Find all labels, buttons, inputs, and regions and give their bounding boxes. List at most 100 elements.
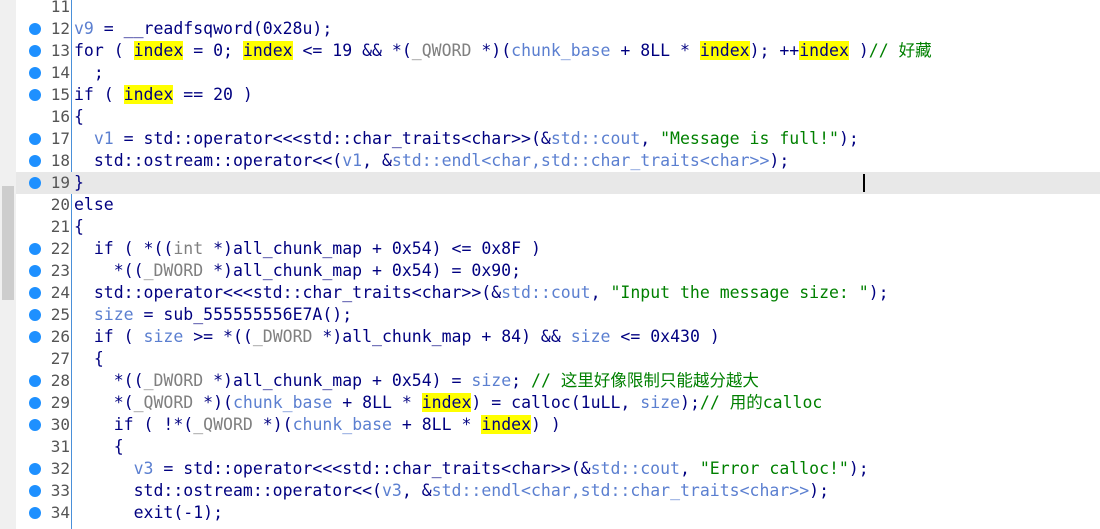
code-text[interactable]: std::ostream::operator<<(v1, &std::endl<… <box>74 150 789 172</box>
breakpoint-dot-icon[interactable] <box>29 155 41 167</box>
breakpoint-dot-icon[interactable] <box>29 485 41 497</box>
code-text[interactable]: v9 = __readfsqword(0x28u); <box>74 18 332 40</box>
breakpoint-dot-icon[interactable] <box>29 397 41 409</box>
code-line[interactable]: 17 v1 = std::operator<<<std::char_traits… <box>16 128 1100 150</box>
code-token: _QWORD <box>133 393 194 412</box>
code-line[interactable]: 22 if ( *((int *)all_chunk_map + 0x54) <… <box>16 238 1100 260</box>
code-text[interactable]: { <box>74 216 84 238</box>
code-token: size <box>471 371 512 390</box>
code-text[interactable]: } <box>74 172 84 194</box>
code-line[interactable]: 18 std::ostream::operator<<(v1, &std::en… <box>16 150 1100 172</box>
code-line[interactable]: 14 ; <box>16 62 1100 84</box>
code-text[interactable]: for ( index = 0; index <= 19 && *(_QWORD… <box>74 40 932 62</box>
breakpoint-dot-icon[interactable] <box>29 419 41 431</box>
code-line[interactable]: 34 exit(-1); <box>16 502 1100 524</box>
breakpoint-dot-icon[interactable] <box>29 287 41 299</box>
code-line[interactable]: 19} <box>16 172 1100 194</box>
code-token: std::ostream::operator<<( <box>133 481 382 500</box>
breakpoint-dot-icon[interactable] <box>29 243 41 255</box>
code-line[interactable]: 24 std::operator<<<std::char_traits<char… <box>16 282 1100 304</box>
code-token: v3 <box>381 481 402 500</box>
code-line[interactable]: 21{ <box>16 216 1100 238</box>
code-text[interactable]: std::operator<<<std::char_traits<char>>(… <box>74 282 889 304</box>
code-line[interactable]: 26 if ( size >= *((_DWORD *)all_chunk_ma… <box>16 326 1100 348</box>
code-line[interactable]: 11 <box>16 0 1100 18</box>
line-number: 26 <box>50 327 70 346</box>
code-text[interactable]: *((_DWORD *)all_chunk_map + 0x54) = size… <box>74 370 759 392</box>
code-line[interactable]: 27 { <box>16 348 1100 370</box>
code-line[interactable]: 13 for ( index = 0; index <= 19 && *(_QWO… <box>16 40 1100 62</box>
breakpoint-dot-icon[interactable] <box>29 331 41 343</box>
code-text[interactable]: else <box>74 194 114 216</box>
code-line[interactable]: 16{ <box>16 106 1100 128</box>
code-text[interactable]: if ( !*(_QWORD *)(chunk_base + 8LL * ind… <box>74 414 561 436</box>
code-line[interactable]: 28 *((_DWORD *)all_chunk_map + 0x54) = s… <box>16 370 1100 392</box>
code-token: *)( <box>193 393 233 412</box>
vertical-scrollbar[interactable] <box>0 0 16 529</box>
code-text[interactable]: { <box>74 436 124 458</box>
code-token: if ( <box>93 327 144 346</box>
code-line[interactable]: 29 *(_QWORD *)(chunk_base + 8LL * index)… <box>16 392 1100 414</box>
code-text[interactable]: std::ostream::operator<<(v3, &std::endl<… <box>74 480 829 502</box>
code-line[interactable]: 12 v9 = __readfsqword(0x28u); <box>16 18 1100 40</box>
code-text[interactable]: if ( index == 20 ) <box>74 84 253 106</box>
code-token: ) = calloc(1uLL, <box>471 393 641 412</box>
breakpoint-dot-icon[interactable] <box>29 309 41 321</box>
code-token: = std::operator<<<std::char_traits<char>… <box>113 129 551 148</box>
line-number: 20 <box>50 195 70 214</box>
highlighted-token: index <box>799 41 849 60</box>
breakpoint-dot-icon[interactable] <box>29 67 41 79</box>
code-text[interactable]: v3 = std::operator<<<std::char_traits<ch… <box>74 458 869 480</box>
code-text[interactable]: { <box>74 348 104 370</box>
code-line[interactable]: 20 else <box>16 194 1100 216</box>
code-text[interactable]: ; <box>74 62 104 84</box>
code-token: , & <box>401 481 432 500</box>
breakpoint-dot-icon[interactable] <box>29 265 41 277</box>
code-text[interactable]: exit(-1); <box>74 502 223 524</box>
line-number: 15 <box>50 85 70 104</box>
code-token: ); <box>848 459 869 478</box>
code-token: { <box>74 107 84 126</box>
code-text[interactable]: *(_QWORD *)(chunk_base + 8LL * index) = … <box>74 392 822 414</box>
line-number: 34 <box>50 503 70 522</box>
breakpoint-dot-icon[interactable] <box>29 507 41 519</box>
code-token: ) <box>848 41 869 60</box>
code-text[interactable]: if ( *((int *)all_chunk_map + 0x54) <= 0… <box>74 238 541 260</box>
line-number: 33 <box>50 481 70 500</box>
code-token: ; <box>511 371 532 390</box>
code-token: ); <box>868 283 889 302</box>
code-token: _QWORD <box>411 41 472 60</box>
breakpoint-dot-icon[interactable] <box>29 463 41 475</box>
code-text[interactable]: { <box>74 106 84 128</box>
code-token: *)all_chunk_map + 0x54) = <box>203 371 472 390</box>
code-token: { <box>113 437 124 456</box>
code-line[interactable]: 32 v3 = std::operator<<<std::char_traits… <box>16 458 1100 480</box>
code-token: if ( *(( <box>93 239 174 258</box>
code-token: std::cout <box>590 459 680 478</box>
code-line[interactable]: 15 if ( index == 20 ) <box>16 84 1100 106</box>
breakpoint-dot-icon[interactable] <box>29 375 41 387</box>
breakpoint-dot-icon[interactable] <box>29 89 41 101</box>
code-text[interactable]: if ( size >= *((_DWORD *)all_chunk_map +… <box>74 326 720 348</box>
highlighted-token: index <box>481 415 532 434</box>
scrollbar-thumb[interactable] <box>2 186 14 300</box>
pseudocode-editor[interactable]: 11 12 v9 = __readfsqword(0x28u); 13 for ( in… <box>0 0 1100 529</box>
breakpoint-dot-icon[interactable] <box>29 133 41 145</box>
breakpoint-dot-icon[interactable] <box>29 177 41 189</box>
breakpoint-dot-icon[interactable] <box>29 45 41 57</box>
code-text[interactable]: v1 = std::operator<<<std::char_traits<ch… <box>74 128 859 150</box>
code-text[interactable]: size = sub_555555556E7A(); <box>74 304 352 326</box>
code-token: std::cout <box>550 129 641 148</box>
code-token: = sub_555555556E7A(); <box>133 305 353 324</box>
code-token: = std::operator<<<std::char_traits<char>… <box>153 459 591 478</box>
line-number: 27 <box>50 349 70 368</box>
code-line[interactable]: 23 *((_DWORD *)all_chunk_map + 0x54) = 0… <box>16 260 1100 282</box>
code-line[interactable]: 25 size = sub_555555556E7A(); <box>16 304 1100 326</box>
code-token: = __readfsqword(0x28u); <box>93 19 333 38</box>
code-line[interactable]: 30 if ( !*(_QWORD *)(chunk_base + 8LL * … <box>16 414 1100 436</box>
breakpoint-dot-icon[interactable] <box>29 23 41 35</box>
code-text[interactable]: *((_DWORD *)all_chunk_map + 0x54) = 0x90… <box>74 260 521 282</box>
code-line[interactable]: 31 { <box>16 436 1100 458</box>
line-number: 22 <box>50 239 70 258</box>
code-line[interactable]: 33 std::ostream::operator<<(v3, &std::en… <box>16 480 1100 502</box>
